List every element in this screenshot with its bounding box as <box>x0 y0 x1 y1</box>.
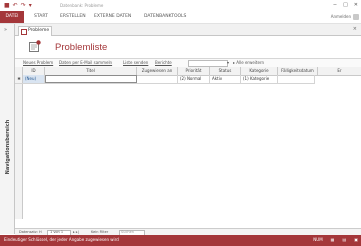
record-navigation: Datensatz: H 1 von 1 ▸ ▸| Kein Filter Su… <box>15 228 361 236</box>
close-button[interactable]: ✕ <box>354 2 358 8</box>
table-row[interactable]: (Neu) (2) Normal Aktiv (1) Kategorie <box>15 75 315 84</box>
tab-create[interactable]: ERSTELLEN <box>60 14 86 19</box>
col-extra[interactable]: Er <box>318 67 361 75</box>
cell-category[interactable]: (1) Kategorie <box>241 75 278 83</box>
collect-email-link[interactable]: Daten per E-Mail sammeln <box>59 60 112 65</box>
cell-due-date[interactable] <box>278 75 315 83</box>
datasheet: ID Titel Zugewiesen an Priorität Status … <box>15 67 361 219</box>
datasheet-view-icon[interactable]: ▤ <box>342 237 346 242</box>
tab-start[interactable]: START <box>34 14 48 19</box>
col-category[interactable]: Kategorie <box>241 67 278 75</box>
customize-icon[interactable]: ▾ <box>29 2 32 9</box>
form-view-icon[interactable]: ▦ <box>331 237 335 242</box>
issue-list-icon <box>29 40 41 52</box>
col-priority[interactable]: Priorität <box>178 67 210 75</box>
col-id[interactable]: ID <box>23 67 45 75</box>
tab-probleme[interactable]: Probleme <box>18 26 52 36</box>
minimize-button[interactable]: − <box>333 2 337 8</box>
num-lock-indicator: NUM <box>313 237 323 242</box>
col-due-date[interactable]: Fälligkeitsdatum <box>278 67 318 75</box>
close-document-icon[interactable]: × <box>353 26 357 32</box>
report-select[interactable] <box>188 60 228 67</box>
form-tab-icon <box>21 29 27 35</box>
col-assigned[interactable]: Zugewiesen an <box>137 67 178 75</box>
form-header: Problemliste <box>15 36 361 57</box>
cell-assigned[interactable] <box>137 75 178 83</box>
navigation-pane-label: Navigationsbereich <box>5 119 11 175</box>
cell-id[interactable]: (Neu) <box>23 75 45 83</box>
ribbon-tabs: DATEI START ERSTELLEN EXTERNE DATEN DATE… <box>0 11 361 24</box>
record-selector-column[interactable] <box>15 67 23 219</box>
tab-database-tools[interactable]: DATENBANKTOOLS <box>144 14 186 19</box>
col-title[interactable]: Titel <box>45 67 137 75</box>
tab-file[interactable]: DATEI <box>0 11 24 23</box>
cell-title[interactable] <box>45 75 137 83</box>
reports-link[interactable]: Berichte <box>155 60 172 65</box>
expand-all-link[interactable]: ▸ Alle erweitern <box>233 60 264 65</box>
cell-priority[interactable]: (2) Normal <box>178 75 210 83</box>
new-issue-link[interactable]: Neues Problem <box>23 60 53 65</box>
tab-external-data[interactable]: EXTERNE DATEN <box>94 14 131 19</box>
status-bar: Eindeutiger Schlüssel, der jeder Angabe … <box>0 235 361 246</box>
redo-icon[interactable]: ↷ <box>21 2 26 9</box>
expand-pane-icon[interactable]: » <box>4 27 7 33</box>
navigation-pane[interactable]: » Navigationsbereich <box>0 24 15 234</box>
status-text: Eindeutiger Schlüssel, der jeder Angabe … <box>4 237 119 242</box>
quick-access-toolbar: ■ ↶ ↷ ▾ <box>4 2 32 9</box>
avatar[interactable] <box>353 14 359 20</box>
chevron-down-icon[interactable]: ▾ <box>227 60 229 65</box>
save-icon[interactable]: ■ <box>4 2 10 9</box>
form-title: Problemliste <box>55 42 108 53</box>
maximize-button[interactable]: □ <box>343 2 348 8</box>
user-signin[interactable]: Anmelden <box>331 14 351 19</box>
col-status[interactable]: Status <box>210 67 241 75</box>
layout-view-icon[interactable]: ▣ <box>354 237 358 242</box>
email-list-link[interactable]: Liste senden <box>123 60 148 65</box>
cell-status[interactable]: Aktiv <box>210 75 241 83</box>
undo-icon[interactable]: ↶ <box>13 2 18 9</box>
document-tab-bar: Probleme × <box>15 24 361 36</box>
window-title: Datenbank: Probleme <box>60 3 104 8</box>
window-controls: − □ ✕ <box>333 2 358 8</box>
tab-label: Probleme <box>28 28 50 33</box>
